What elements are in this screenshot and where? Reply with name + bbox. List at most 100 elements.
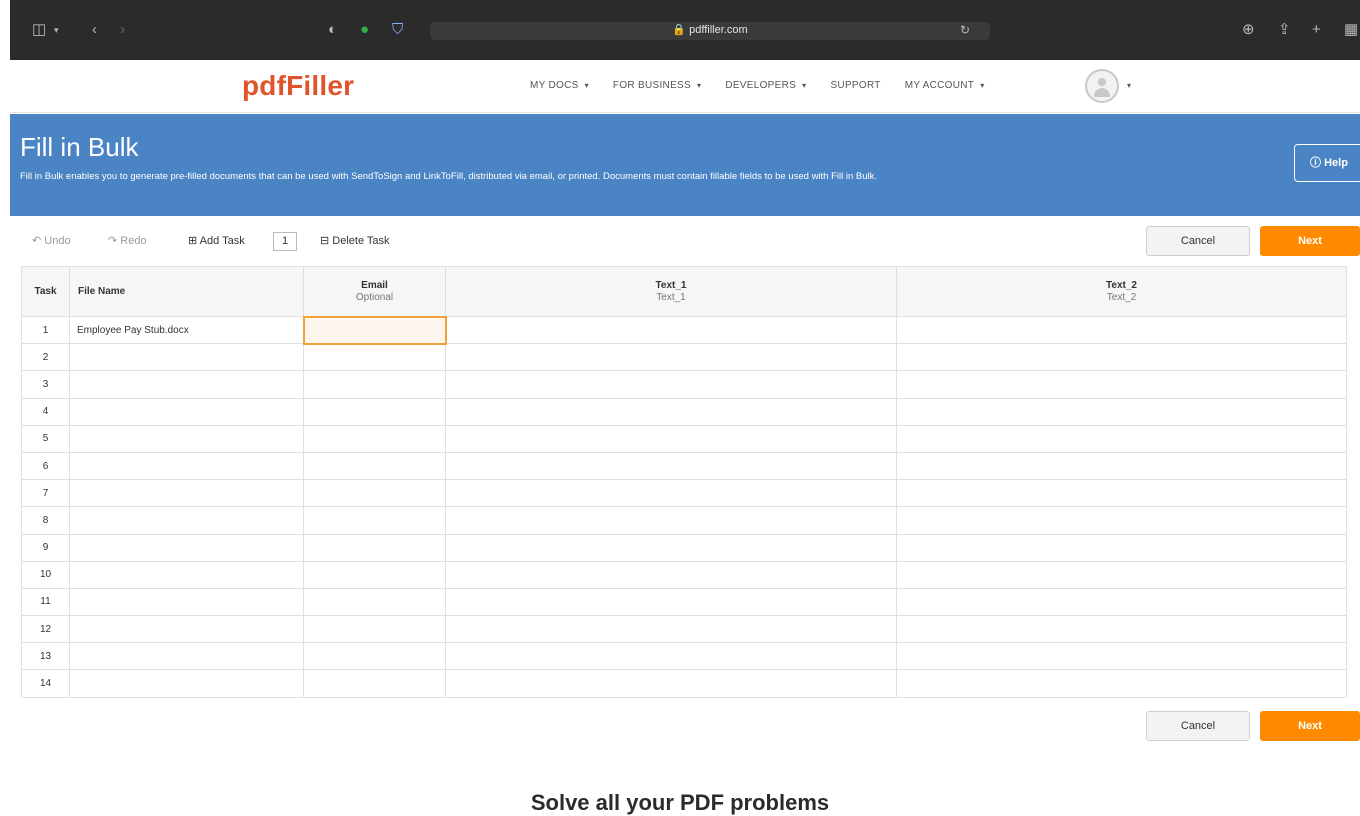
tab-overview-icon[interactable]: ▦ <box>1344 22 1358 38</box>
file-name-cell[interactable] <box>69 370 304 399</box>
table-row: 8 <box>21 506 1347 535</box>
file-name-cell[interactable] <box>69 397 304 426</box>
file-name-cell[interactable] <box>69 506 304 535</box>
bottom-cancel-button[interactable]: Cancel <box>1146 711 1250 741</box>
text2-cell[interactable] <box>896 424 1347 453</box>
bottom-next-button[interactable]: Next <box>1260 711 1360 741</box>
main-nav: MY DOCS ▾ FOR BUSINESS ▾ DEVELOPERS ▾ SUPPO… <box>530 80 985 91</box>
sidebar-toggle-icon[interactable]: ◫ <box>32 22 46 38</box>
add-task-button[interactable]: ⊞ Add Task <box>188 234 245 247</box>
delete-task-button[interactable]: ⊟ Delete Task <box>320 234 390 247</box>
row-number: 13 <box>21 642 70 671</box>
text2-cell[interactable] <box>896 397 1347 426</box>
text2-cell[interactable] <box>896 479 1347 508</box>
help-icon: ⓘ <box>1310 157 1322 169</box>
nav-support[interactable]: SUPPORT <box>830 80 880 91</box>
file-name-cell[interactable] <box>69 451 304 481</box>
extension-icon[interactable]: ● <box>360 22 369 38</box>
privacy-shield-icon[interactable]: ◐ <box>328 22 337 38</box>
avatar-chevron-down-icon[interactable]: ▾ <box>1127 81 1131 90</box>
text2-cell[interactable] <box>896 587 1347 617</box>
text1-cell[interactable] <box>445 451 897 481</box>
email-cell[interactable] <box>303 424 446 453</box>
email-cell[interactable] <box>303 560 446 589</box>
file-name-cell[interactable] <box>69 533 304 562</box>
text2-cell[interactable] <box>896 615 1347 644</box>
row-number: 11 <box>21 587 70 617</box>
text1-cell[interactable] <box>445 397 897 426</box>
file-name-cell[interactable] <box>69 642 304 671</box>
site-header: pdfFiller MY DOCS ▾ FOR BUSINESS ▾ DEVELOP… <box>10 60 1360 113</box>
text1-cell[interactable] <box>445 315 897 345</box>
cancel-button[interactable]: Cancel <box>1146 226 1250 256</box>
file-name-cell[interactable] <box>69 560 304 589</box>
nav-developers[interactable]: DEVELOPERS ▾ <box>725 80 806 91</box>
avatar[interactable] <box>1085 69 1119 103</box>
email-cell[interactable] <box>303 615 446 644</box>
redo-button[interactable]: ↷ Redo <box>108 234 147 247</box>
col-header-file-name: File Name <box>69 266 304 317</box>
email-cell[interactable] <box>303 669 446 698</box>
text1-cell[interactable] <box>445 343 897 372</box>
text1-cell[interactable] <box>445 479 897 508</box>
email-cell[interactable] <box>303 587 446 617</box>
back-icon[interactable]: ‹ <box>92 22 97 38</box>
sidebar-chevron-down-icon[interactable]: ▾ <box>54 22 59 38</box>
email-cell[interactable] <box>303 506 446 535</box>
file-name-cell[interactable]: Employee Pay Stub.docx <box>69 315 304 345</box>
text1-cell[interactable] <box>445 533 897 562</box>
text1-cell[interactable] <box>445 669 897 698</box>
file-name-cell[interactable] <box>69 424 304 453</box>
file-name-cell[interactable] <box>69 587 304 617</box>
text1-cell[interactable] <box>445 560 897 589</box>
site-logo[interactable]: pdfFiller <box>242 70 354 102</box>
chevron-down-icon: ▾ <box>584 81 589 90</box>
forward-icon[interactable]: › <box>120 22 125 38</box>
text2-cell[interactable] <box>896 560 1347 589</box>
nav-my-docs[interactable]: MY DOCS ▾ <box>530 80 589 91</box>
text2-cell[interactable] <box>896 343 1347 372</box>
text1-cell[interactable] <box>445 506 897 535</box>
email-cell[interactable] <box>303 533 446 562</box>
text2-cell[interactable] <box>896 642 1347 671</box>
text2-cell[interactable] <box>896 533 1347 562</box>
undo-button[interactable]: ↶ Undo <box>32 234 71 247</box>
help-button[interactable]: ⓘ Help <box>1294 144 1360 182</box>
download-icon[interactable]: ⊕ <box>1242 22 1255 38</box>
file-name-cell[interactable] <box>69 615 304 644</box>
email-cell[interactable] <box>303 451 446 481</box>
add-task-count-input[interactable]: 1 <box>273 232 297 251</box>
text1-cell[interactable] <box>445 615 897 644</box>
text1-cell[interactable] <box>445 642 897 671</box>
text2-cell[interactable] <box>896 669 1347 698</box>
text2-cell[interactable] <box>896 506 1347 535</box>
row-number: 10 <box>21 560 70 589</box>
text1-cell[interactable] <box>445 424 897 453</box>
nav-for-business[interactable]: FOR BUSINESS ▾ <box>613 80 701 91</box>
email-cell[interactable] <box>303 370 446 399</box>
nav-my-account[interactable]: MY ACCOUNT ▾ <box>905 80 985 91</box>
email-cell[interactable] <box>303 397 446 426</box>
address-bar[interactable]: 🔒 pdffiller.com ↻ <box>430 22 990 40</box>
text2-cell[interactable] <box>896 451 1347 481</box>
table-row: 13 <box>21 642 1347 671</box>
vpn-shield-icon[interactable]: ⛉ <box>392 22 403 38</box>
grid-toolbar: ↶ Undo ↷ Redo ⊞ Add Task 1 ⊟ Delete Task… <box>20 226 1360 256</box>
email-cell[interactable] <box>302 315 447 345</box>
table-row: 14 <box>21 669 1347 698</box>
email-cell[interactable] <box>303 343 446 372</box>
share-icon[interactable]: ⇪ <box>1278 22 1291 38</box>
email-cell[interactable] <box>303 479 446 508</box>
file-name-cell[interactable] <box>69 479 304 508</box>
new-tab-icon[interactable]: + <box>1312 22 1321 38</box>
next-button[interactable]: Next <box>1260 226 1360 256</box>
text1-cell[interactable] <box>445 587 897 617</box>
text1-cell[interactable] <box>445 370 897 399</box>
email-cell[interactable] <box>303 642 446 671</box>
file-name-cell[interactable] <box>69 343 304 372</box>
reload-icon[interactable]: ↻ <box>960 23 970 37</box>
text2-cell[interactable] <box>896 315 1347 345</box>
table-row: 6 <box>21 451 1347 481</box>
text2-cell[interactable] <box>896 370 1347 399</box>
file-name-cell[interactable] <box>69 669 304 698</box>
